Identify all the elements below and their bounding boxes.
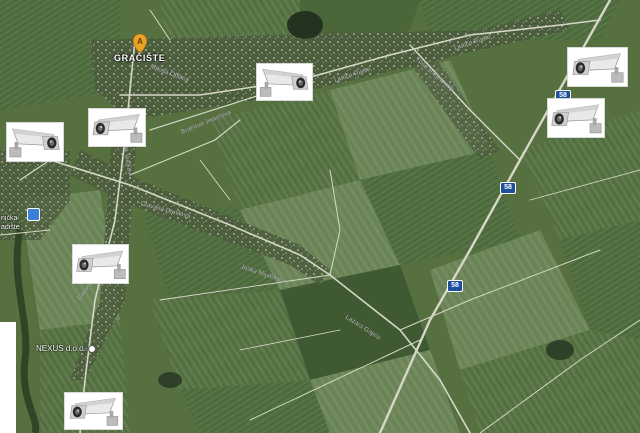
camera-1[interactable] (256, 63, 313, 101)
camera-7[interactable] (64, 392, 123, 430)
cctv-camera-icon (73, 245, 128, 283)
pin-letter: A (137, 37, 143, 46)
place-pin-icon[interactable]: A (133, 34, 147, 54)
bus-stop-icon[interactable] (27, 208, 40, 221)
place-label: GRAČIŠTE (114, 53, 166, 63)
satellite-map[interactable]: Ljutice Radie Ljutice Radie Miloša Obili… (0, 0, 640, 433)
cctv-camera-icon (569, 48, 626, 86)
camera-5[interactable] (567, 47, 628, 87)
cctv-camera-icon (66, 393, 121, 429)
cctv-camera-icon (257, 64, 312, 100)
map-terrain: Ljutice Radie Ljutice Radie Miloša Obili… (0, 0, 640, 433)
poi-dot-icon[interactable] (88, 345, 96, 353)
cctv-camera-icon (89, 109, 145, 146)
camera-2[interactable] (88, 108, 146, 147)
cctv-camera-icon (7, 123, 63, 161)
camera-4[interactable] (72, 244, 129, 284)
poi-label: NEXUS d.o.o. (36, 344, 86, 353)
small-place-label: nička adište (1, 215, 20, 231)
camera-6[interactable] (547, 98, 605, 138)
cctv-camera-icon (548, 99, 604, 137)
route-shield-58: 58 (447, 280, 463, 292)
route-shield-58: 58 (500, 182, 516, 194)
camera-3[interactable] (6, 122, 64, 162)
